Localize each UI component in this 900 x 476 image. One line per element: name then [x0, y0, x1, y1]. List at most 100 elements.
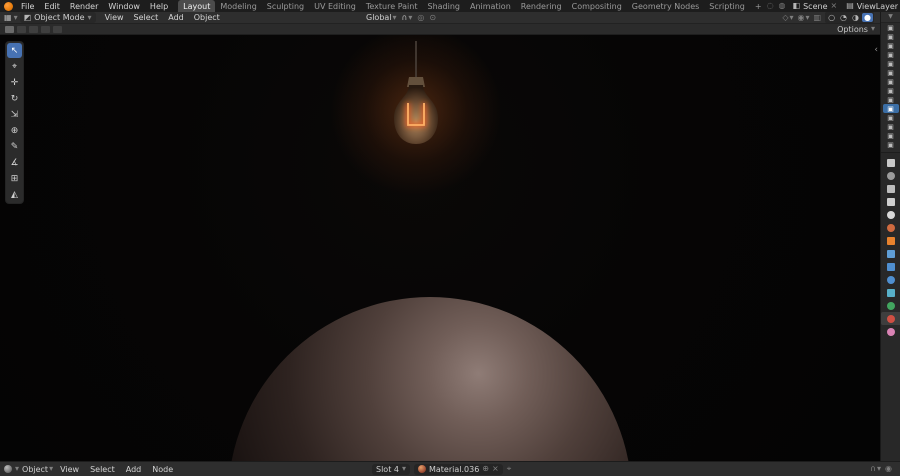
outliner-object-row[interactable]: ▣ — [883, 23, 899, 32]
viewport-3d[interactable]: ↖ ⌖ ✛ ↻ ⇲ ⊕ ✎ ∡ ⊞ ◭ ‹ — [0, 35, 880, 461]
xray-toggle-icon[interactable]: ▥ — [814, 13, 822, 22]
outliner-object-row[interactable]: ▣ — [883, 122, 899, 131]
properties-tab-world[interactable] — [881, 221, 900, 234]
outliner-object-row[interactable]: ▣ — [883, 113, 899, 122]
tool-select-box[interactable]: ↖ — [7, 43, 22, 58]
tool-scale[interactable]: ⇲ — [7, 107, 22, 122]
shading-wireframe-icon[interactable]: ○ — [826, 13, 837, 22]
node-snap-toggle[interactable]: ∩ ▾ — [870, 465, 881, 473]
workspace-tab-compositing[interactable]: Compositing — [567, 0, 627, 12]
snap-toggle[interactable]: ∩ ▾ — [402, 13, 413, 22]
select-mode-new[interactable] — [5, 25, 14, 33]
sphere-object[interactable] — [228, 297, 632, 461]
outliner-object-row[interactable]: ▣ — [883, 59, 899, 68]
properties-tab-output[interactable] — [881, 182, 900, 195]
outliner-object-row[interactable]: ▣ — [883, 41, 899, 50]
filter-icon[interactable]: ▼ — [888, 14, 893, 20]
workspace-tab-shading[interactable]: Shading — [422, 0, 465, 12]
add-workspace-button[interactable]: + — [750, 0, 767, 12]
properties-tab-render[interactable] — [881, 169, 900, 182]
gizmo-toggle[interactable]: ◇ ▾ — [782, 13, 793, 22]
workspace-tab-scripting[interactable]: Scripting — [704, 0, 750, 12]
workspace-tab-animation[interactable]: Animation — [465, 0, 516, 12]
tool-transform[interactable]: ⊕ — [7, 123, 22, 138]
properties-tab-scene[interactable] — [881, 208, 900, 221]
orientation-dropdown[interactable]: Global ▾ — [366, 13, 397, 22]
tool-rotate[interactable]: ↻ — [7, 91, 22, 106]
overlays-toggle[interactable]: ◉ ▾ — [798, 13, 810, 22]
properties-tab-view-layer[interactable] — [881, 195, 900, 208]
menu-file[interactable]: File — [17, 2, 38, 11]
tool-add-cone[interactable]: ◭ — [7, 187, 22, 202]
menu-view[interactable]: View — [101, 13, 128, 22]
select-mode-intersect[interactable] — [53, 25, 62, 33]
tool-cursor[interactable]: ⌖ — [7, 59, 22, 74]
material-preview-icon[interactable] — [417, 465, 426, 473]
properties-tab-tool[interactable] — [881, 156, 900, 169]
properties-tab-modifiers[interactable] — [881, 247, 900, 260]
proportional-edit-icon[interactable]: ◎ — [417, 13, 424, 22]
node-menu-add[interactable]: Add — [122, 465, 146, 474]
pin-icon[interactable]: ⌖ — [507, 465, 512, 473]
outliner-object-row[interactable]: ▣ — [883, 32, 899, 41]
scene-unlink-icon[interactable]: × — [830, 2, 837, 10]
outliner-object-row-selected[interactable]: ▣ — [882, 104, 899, 113]
outliner-object-row[interactable]: ▣ — [883, 77, 899, 86]
properties-tab-material[interactable] — [881, 312, 900, 325]
select-mode-subtract[interactable] — [29, 25, 38, 33]
light-bulb-object[interactable] — [378, 41, 454, 161]
tool-add-cube[interactable]: ⊞ — [7, 171, 22, 186]
outliner-object-row[interactable]: ▣ — [883, 140, 899, 149]
outliner-object-row[interactable]: ▣ — [883, 68, 899, 77]
select-mode-extend[interactable] — [17, 25, 26, 33]
pivot-point-icon[interactable]: ⊙ — [429, 13, 436, 22]
menu-render[interactable]: Render — [66, 2, 102, 11]
node-menu-select[interactable]: Select — [86, 465, 119, 474]
menu-help[interactable]: Help — [146, 2, 172, 11]
material-field[interactable]: Material.036 ⊕ × — [413, 463, 503, 475]
outliner-object-row[interactable]: ▣ — [883, 50, 899, 59]
tool-measure[interactable]: ∡ — [7, 155, 22, 170]
status-icon-a[interactable]: ◌ — [767, 2, 774, 10]
workspace-tab-layout[interactable]: Layout — [178, 0, 216, 12]
workspace-tab-modeling[interactable]: Modeling — [215, 0, 261, 12]
workspace-tab-texture-paint[interactable]: Texture Paint — [361, 0, 423, 12]
editor-type-icon[interactable]: ▦ — [4, 13, 12, 22]
material-slot-dropdown[interactable]: Slot 4 ▾ — [372, 463, 410, 475]
properties-tab-data[interactable] — [881, 299, 900, 312]
menu-select[interactable]: Select — [130, 13, 163, 22]
shading-solid-icon[interactable]: ◔ — [838, 13, 849, 22]
blender-logo-icon[interactable] — [4, 1, 13, 11]
properties-tab-particles[interactable] — [881, 260, 900, 273]
tool-annotate[interactable]: ✎ — [7, 139, 22, 154]
unlink-material-icon[interactable]: × — [492, 465, 499, 473]
workspace-tab-sculpting[interactable]: Sculpting — [262, 0, 309, 12]
options-dropdown[interactable]: Options ▾ — [837, 25, 875, 34]
outliner-object-row[interactable]: ▣ — [883, 95, 899, 104]
menu-window[interactable]: Window — [104, 2, 144, 11]
properties-tab-object[interactable] — [881, 234, 900, 247]
properties-tab-texture[interactable] — [881, 325, 900, 338]
sidebar-collapse-arrow[interactable]: ‹ — [874, 45, 878, 55]
menu-object[interactable]: Object — [190, 13, 224, 22]
scene-selector[interactable]: ◧ Scene × — [791, 2, 840, 11]
tool-move[interactable]: ✛ — [7, 75, 22, 90]
workspace-tab-rendering[interactable]: Rendering — [516, 0, 567, 12]
editor-type-dropdown-icon[interactable]: ▾ — [15, 465, 19, 473]
properties-tab-physics[interactable] — [881, 273, 900, 286]
status-icon-b[interactable]: ◍ — [779, 2, 786, 10]
menu-add[interactable]: Add — [164, 13, 188, 22]
new-material-icon[interactable]: ⊕ — [482, 465, 489, 473]
outliner-object-row[interactable]: ▣ — [883, 86, 899, 95]
mode-dropdown[interactable]: ◩ Object Mode ▾ — [19, 12, 96, 23]
shader-editor-type-icon[interactable] — [4, 465, 12, 473]
outliner-object-row[interactable]: ▣ — [883, 131, 899, 140]
node-menu-node[interactable]: Node — [148, 465, 177, 474]
view-layer-selector[interactable]: ▤ ViewLayer × — [844, 2, 900, 11]
properties-tab-constraints[interactable] — [881, 286, 900, 299]
workspace-tab-uv-editing[interactable]: UV Editing — [309, 0, 361, 12]
shader-type-dropdown[interactable]: Object ▾ — [22, 465, 53, 474]
shading-rendered-icon[interactable]: ● — [862, 13, 873, 22]
shading-material-icon[interactable]: ◑ — [850, 13, 861, 22]
node-overlays-icon[interactable]: ◉ — [885, 465, 892, 473]
